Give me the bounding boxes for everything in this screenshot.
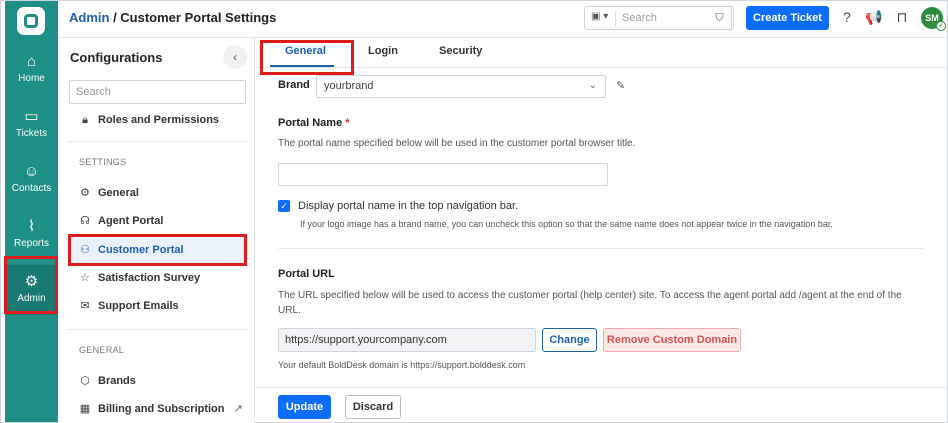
section-divider xyxy=(278,248,923,249)
config-item-label: Agent Portal xyxy=(98,215,164,227)
rail-item-contacts[interactable]: ☺ Contacts xyxy=(5,155,58,205)
update-button[interactable]: Update xyxy=(278,395,331,419)
display-name-help: If your logo image has a brand name, you… xyxy=(300,219,833,229)
create-ticket-button[interactable]: Create Ticket xyxy=(746,6,829,30)
lock-icon: 🔒︎ xyxy=(82,114,88,126)
divider xyxy=(68,141,248,142)
search-type-dropdown-icon[interactable]: ▣ ▾ xyxy=(591,11,608,22)
edit-pencil-icon[interactable]: ✎ xyxy=(616,79,625,92)
help-icon[interactable]: ? xyxy=(838,8,856,26)
bookmark-icon[interactable]: ⊓ xyxy=(893,8,911,26)
highlight-box-admin xyxy=(4,256,58,314)
remove-custom-domain-button[interactable]: Remove Custom Domain xyxy=(603,328,741,352)
external-link-icon: ↗ xyxy=(233,403,243,415)
tab-login[interactable]: Login xyxy=(368,45,398,57)
config-search-input[interactable]: Search xyxy=(69,80,246,104)
configurations-panel: Configurations ‹ Search 🔒︎ Roles and Per… xyxy=(58,38,255,423)
top-header: Admin / Customer Portal Settings ▣ ▾ Sea… xyxy=(58,1,947,38)
display-name-checkbox[interactable]: ✓ xyxy=(278,200,290,212)
collapse-chevron-left-icon[interactable]: ‹ xyxy=(223,45,247,69)
mail-icon: ✉ xyxy=(80,300,90,312)
rail-item-tickets[interactable]: ▭ Tickets xyxy=(5,100,58,150)
status-check-icon: ✓ xyxy=(936,21,946,31)
config-item-roles[interactable]: 🔒︎ Roles and Permissions xyxy=(68,107,248,133)
highlight-box-general-tab xyxy=(260,40,354,75)
search-input[interactable]: Search xyxy=(622,12,657,24)
rail-label: Reports xyxy=(13,238,49,249)
config-item-agent-portal[interactable]: ☊ Agent Portal xyxy=(68,208,248,234)
tab-security[interactable]: Security xyxy=(439,45,482,57)
breadcrumb-admin-link[interactable]: Admin xyxy=(69,10,109,25)
rail-item-reports[interactable]: ⌇ Reports xyxy=(5,210,58,260)
avatar[interactable]: SM ✓ xyxy=(921,7,946,31)
discard-button[interactable]: Discard xyxy=(345,395,401,419)
portal-name-label: Portal Name * xyxy=(278,117,350,129)
portal-url-help-line-1: The URL specified below will be used to … xyxy=(278,290,902,301)
settings-heading: SETTINGS xyxy=(79,157,127,167)
config-item-billing[interactable]: ▦ Billing and Subscription ↗ xyxy=(68,396,248,422)
portal-name-label-text: Portal Name xyxy=(278,117,343,129)
panel-title: Configurations xyxy=(70,50,163,65)
config-item-satisfaction-survey[interactable]: ☆ Satisfaction Survey xyxy=(68,265,248,291)
portal-url-help-line-2: URL. xyxy=(278,305,301,316)
filter-icon[interactable]: ⛉ xyxy=(708,6,732,30)
brand-label: Brand xyxy=(278,79,310,91)
rail-item-home[interactable]: ⌂ Home xyxy=(5,45,58,95)
default-domain-note: Your default BoldDesk domain is https://… xyxy=(278,360,526,370)
rail-label: Tickets xyxy=(15,128,48,139)
brand-select[interactable]: yourbrand ⌄ xyxy=(316,75,606,98)
grid-icon: ▦ xyxy=(79,403,91,415)
survey-icon: ☆ xyxy=(80,272,90,284)
change-button[interactable]: Change xyxy=(542,328,597,352)
ticket-icon: ▭ xyxy=(24,108,39,125)
config-item-label: Brands xyxy=(98,375,136,387)
footer-divider xyxy=(256,387,947,388)
config-item-label: Support Emails xyxy=(98,300,179,312)
config-item-label: Billing and Subscription xyxy=(98,403,225,415)
announcement-icon[interactable]: 📢 xyxy=(865,8,883,26)
display-name-checkbox-label: Display portal name in the top navigatio… xyxy=(298,200,519,212)
cube-icon: ⬡ xyxy=(80,375,90,387)
config-item-general[interactable]: ⚙ General xyxy=(68,180,248,206)
app-logo-icon[interactable] xyxy=(17,7,45,35)
portal-name-input[interactable] xyxy=(278,163,608,186)
portal-name-help: The portal name specified below will be … xyxy=(278,138,636,149)
portal-url-input[interactable]: https://support.yourcompany.com xyxy=(278,328,536,352)
config-item-label: Roles and Permissions xyxy=(98,114,220,126)
brand-value: yourbrand xyxy=(324,80,374,92)
breadcrumb-separator: / xyxy=(109,10,121,25)
home-icon: ⌂ xyxy=(26,53,37,70)
divider xyxy=(68,329,248,330)
portal-url-label: Portal URL xyxy=(278,268,335,280)
contact-icon: ☺ xyxy=(23,163,40,180)
config-item-brands[interactable]: ⬡ Brands xyxy=(68,368,248,394)
breadcrumb: Admin / Customer Portal Settings xyxy=(69,10,276,25)
general-heading: GENERAL xyxy=(79,345,125,355)
config-item-label: Satisfaction Survey xyxy=(98,272,201,284)
divider xyxy=(615,11,616,26)
config-item-support-emails[interactable]: ✉ Support Emails xyxy=(68,293,248,319)
highlight-box-customer-portal xyxy=(68,234,247,266)
headset-icon: ☊ xyxy=(80,215,90,227)
breadcrumb-current: Customer Portal Settings xyxy=(120,10,277,25)
main-content: General Login Security Brand yourbrand ⌄… xyxy=(256,38,947,423)
required-marker: * xyxy=(345,117,350,129)
settings-tabs: General Login Security xyxy=(256,38,947,68)
left-rail: ⌂ Home ▭ Tickets ☺ Contacts ⌇ Reports ⚙ … xyxy=(5,1,58,422)
gear-icon: ⚙ xyxy=(80,187,90,199)
rail-label: Home xyxy=(18,73,45,84)
chevron-down-icon: ⌄ xyxy=(588,80,597,91)
rail-label: Contacts xyxy=(11,183,52,194)
chart-icon: ⌇ xyxy=(27,218,36,235)
config-item-label: General xyxy=(98,187,139,199)
